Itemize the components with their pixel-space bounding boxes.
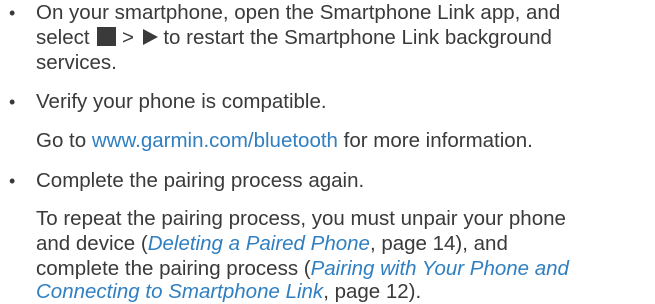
item1-separator: > [121,26,134,49]
bullet-marker: • [9,3,16,23]
garmin-bluetooth-link[interactable]: www.garmin.com/bluetooth [92,129,338,152]
item3-line2: To repeat the pairing process, you must … [36,207,566,230]
connecting-smartphone-link[interactable]: Connecting to Smartphone Link [36,280,323,303]
item2-info-text: for more information. [337,129,533,152]
deleting-paired-phone-link[interactable]: Deleting a Paired Phone [148,232,370,255]
item3-line3: and device (Deleting a Paired Phone, pag… [36,231,508,256]
bullet-marker: • [9,92,16,112]
item2-goto-text: Go to [36,129,92,152]
bullet-marker: • [9,171,16,191]
item3-line5: Connecting to Smartphone Link, page 12). [36,279,421,304]
item1-restart-text: to restart the Smartphone Link backgroun… [163,26,552,49]
item3-and-device-text: and device ( [36,232,148,255]
document-body: • On your smartphone, open the Smartphon… [0,0,655,304]
item3-line4: complete the pairing process (Pairing wi… [36,256,569,281]
item1-line3: services. [36,51,117,74]
item3-page12-text: , page 12). [323,280,422,303]
item1-line2: select > to restart the Smartphone Link … [36,25,552,50]
item1-select-text: select [36,26,90,49]
item2-line2: Go to www.garmin.com/bluetooth for more … [36,128,533,153]
item3-page14-text: , page 14), and [369,232,508,255]
item3-line1: Complete the pairing process again. [36,169,365,192]
item2-line1: Verify your phone is compatible. [36,90,327,113]
stop-square-icon [97,27,117,46]
item1-line1: On your smartphone, open the Smartphone … [36,1,561,24]
play-triangle-icon [142,29,158,45]
pairing-with-phone-link[interactable]: Pairing with Your Phone and [311,257,569,280]
item3-complete-text: complete the pairing process ( [36,257,311,280]
